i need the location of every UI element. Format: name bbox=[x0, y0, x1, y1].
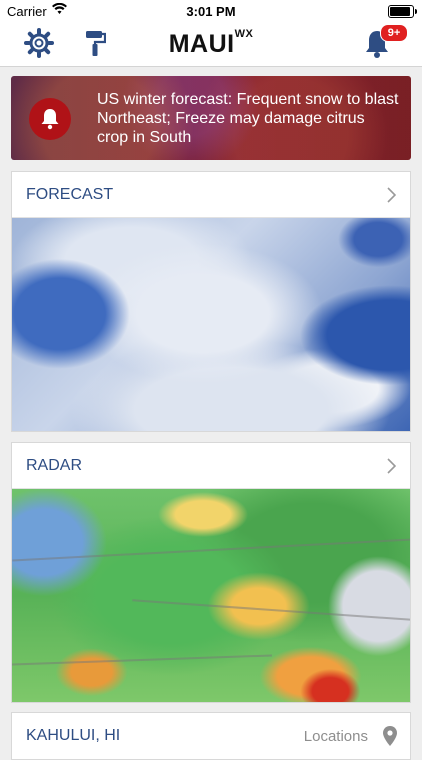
forecast-sky-image bbox=[12, 218, 410, 431]
map-pin-icon[interactable] bbox=[382, 725, 398, 747]
chevron-right-icon bbox=[387, 458, 396, 474]
radar-precipitation-map bbox=[12, 489, 410, 702]
notification-badge[interactable]: 9+ bbox=[380, 24, 408, 42]
radar-map-image bbox=[12, 489, 410, 702]
chevron-right-icon bbox=[387, 187, 396, 203]
forecast-card[interactable]: FORECAST bbox=[11, 171, 411, 432]
app-logo: MAUIWX bbox=[0, 28, 422, 59]
alert-icon-badge bbox=[29, 98, 71, 140]
status-bar: Carrier 3:01 PM bbox=[0, 0, 422, 22]
current-location-name: KAHULUI, HI bbox=[26, 727, 121, 744]
battery-icon bbox=[388, 5, 417, 18]
sky-clouds-photo bbox=[12, 218, 410, 431]
bell-icon bbox=[41, 109, 59, 130]
battery-level bbox=[390, 7, 410, 16]
locations-link[interactable]: Locations bbox=[304, 728, 368, 745]
forecast-card-header[interactable]: FORECAST bbox=[12, 172, 410, 218]
nav-bar: MAUIWX 9+ bbox=[0, 22, 422, 67]
radar-title: RADAR bbox=[26, 457, 83, 474]
location-bar[interactable]: KAHULUI, HI Locations bbox=[11, 712, 411, 760]
logo-superscript: WX bbox=[234, 28, 254, 40]
weather-alert-banner[interactable]: US winter forecast: Frequent snow to bla… bbox=[11, 76, 411, 160]
clock: 3:01 PM bbox=[186, 4, 236, 19]
forecast-title: FORECAST bbox=[26, 186, 114, 203]
radar-card[interactable]: RADAR bbox=[11, 442, 411, 703]
radar-card-header[interactable]: RADAR bbox=[12, 443, 410, 489]
alert-headline: US winter forecast: Frequent snow to bla… bbox=[97, 91, 399, 146]
logo-main-text: MAUI bbox=[168, 30, 235, 58]
